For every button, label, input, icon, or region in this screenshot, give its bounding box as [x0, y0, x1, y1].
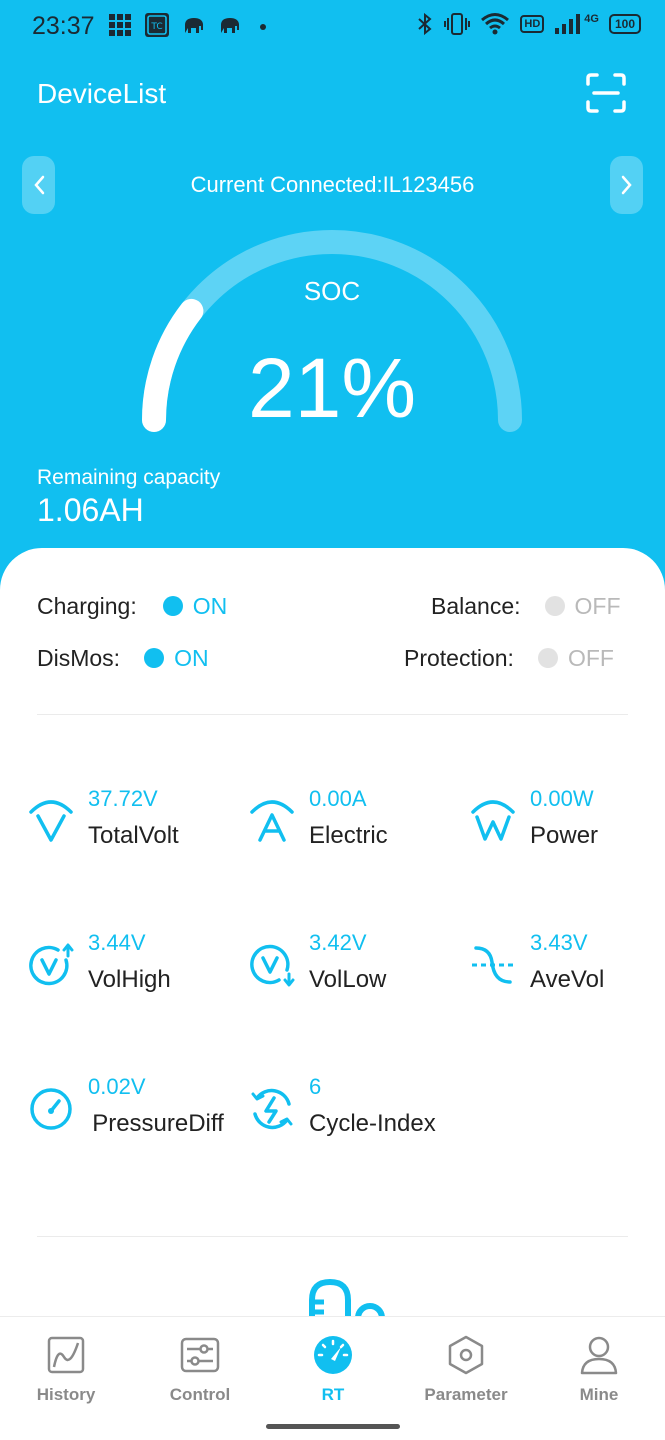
chart-icon	[47, 1336, 85, 1374]
vol-high-icon	[29, 943, 74, 986]
bluetooth-icon	[418, 12, 432, 36]
status-row: DisMos: ON Protection: OFF	[37, 642, 628, 674]
total-volt-icon	[29, 800, 73, 842]
remaining-capacity-value: 1.06AH	[37, 492, 144, 528]
speedometer-icon	[314, 1336, 352, 1374]
balance-status: Balance: OFF	[431, 593, 621, 620]
tab-control[interactable]: Control	[140, 1335, 260, 1405]
metric-value: 6	[309, 1074, 322, 1099]
status-dot-off	[537, 648, 558, 668]
metric-ave-vol: 3.43V AveVol	[470, 930, 665, 1020]
ave-vol-icon	[472, 946, 514, 984]
hexagon-icon	[448, 1335, 484, 1375]
metric-label: VolHigh	[88, 966, 171, 993]
wifi-icon	[481, 13, 510, 35]
soc-value: 21%	[247, 341, 417, 435]
metric-label: Electric	[309, 822, 388, 849]
connected-device-label: Current Connected:IL123456	[190, 172, 475, 197]
next-device-button[interactable]	[610, 156, 643, 214]
status-time: 23:37	[32, 12, 95, 40]
grid-app-icon	[109, 14, 131, 36]
tab-label: RT	[321, 1385, 345, 1404]
metric-value: 0.00W	[530, 786, 594, 811]
balance-label: Balance:	[431, 592, 521, 619]
metric-cycle-index: 6 Cycle-Index	[249, 1074, 459, 1164]
metric-label: Cycle-Index	[309, 1110, 436, 1137]
home-indicator	[266, 1424, 400, 1429]
tab-mine[interactable]: Mine	[539, 1335, 659, 1405]
app-notification-icon: TC	[145, 13, 169, 37]
metric-value: 3.44V	[88, 930, 146, 955]
metric-value: 0.00A	[309, 786, 367, 811]
status-row: Charging: ON Balance: OFF	[37, 590, 628, 622]
vibrate-icon	[444, 13, 471, 35]
tab-label: History	[36, 1385, 96, 1404]
metric-power: 0.00W Power	[470, 786, 665, 876]
svg-text:TC: TC	[150, 22, 162, 32]
power-icon	[471, 800, 515, 841]
soc-label: SOC	[303, 276, 361, 306]
metric-value: 37.72V	[88, 786, 158, 811]
current-icon	[250, 800, 294, 842]
vol-low-icon	[250, 944, 295, 987]
charging-status: Charging: ON	[37, 593, 227, 620]
metric-value: 3.43V	[530, 930, 588, 955]
signal-icon	[555, 14, 581, 34]
status-dot-off	[544, 596, 565, 616]
status-dot-on	[162, 596, 183, 616]
metric-label: PressureDiff	[92, 1110, 224, 1137]
dismos-status: DisMos: ON	[37, 645, 209, 672]
balance-state: OFF	[574, 592, 621, 619]
metric-label: TotalVolt	[88, 822, 179, 849]
dismos-label: DisMos:	[37, 644, 121, 671]
metric-total-volt: 37.72V TotalVolt	[28, 786, 238, 876]
battery-temperature-icon	[309, 1278, 385, 1316]
metric-label: AveVol	[530, 966, 605, 993]
charging-state: ON	[192, 592, 228, 619]
hd-badge: HD	[520, 15, 545, 33]
tab-label: Mine	[579, 1385, 619, 1404]
metric-value: 0.02V	[88, 1074, 146, 1099]
metric-label: Power	[530, 822, 599, 849]
metric-value: 3.42V	[309, 930, 367, 955]
protection-state: OFF	[567, 644, 614, 671]
bottom-tab-bar: History Control RT Parameter Mine	[0, 1316, 665, 1440]
gauge-icon	[30, 1088, 72, 1130]
realtime-card: Charging: ON Balance: OFF DisMos: ON Pro…	[0, 548, 665, 1316]
scan-icon[interactable]	[585, 72, 627, 114]
status-dot-on	[144, 648, 165, 668]
divider	[37, 1236, 628, 1237]
previous-device-button[interactable]	[22, 156, 55, 214]
protection-status: Protection: OFF	[404, 645, 614, 672]
metric-pressure-diff: 0.02V PressureDiff	[28, 1074, 238, 1184]
tab-rt[interactable]: RT	[273, 1335, 393, 1405]
divider	[37, 714, 628, 715]
chevron-right-icon	[621, 175, 632, 195]
elephant-icon	[185, 18, 203, 33]
tab-label: Parameter	[424, 1385, 508, 1404]
tab-label: Control	[169, 1385, 231, 1404]
elephant-icon	[221, 18, 239, 33]
network-type: 4G	[584, 13, 599, 25]
protection-label: Protection:	[404, 644, 514, 671]
dot-icon	[260, 24, 266, 30]
tab-history[interactable]: History	[6, 1335, 126, 1405]
charging-label: Charging:	[37, 592, 137, 619]
sliders-icon	[180, 1337, 220, 1373]
battery-indicator: 100	[608, 14, 641, 34]
cycle-icon	[251, 1088, 293, 1130]
tab-parameter[interactable]: Parameter	[406, 1335, 526, 1405]
page-title[interactable]: DeviceList	[37, 78, 166, 110]
metric-vol-low: 3.42V VolLow	[249, 930, 459, 1020]
chevron-left-icon	[33, 175, 44, 195]
status-bar: 23:37 TC HD 4G 100	[0, 0, 665, 52]
metric-electric: 0.00A Electric	[249, 786, 459, 876]
dismos-state: ON	[174, 644, 209, 671]
metric-label: VolLow	[309, 966, 387, 993]
metric-vol-high: 3.44V VolHigh	[28, 930, 238, 1020]
remaining-capacity-label: Remaining capacity	[37, 466, 221, 489]
user-icon	[580, 1336, 618, 1375]
